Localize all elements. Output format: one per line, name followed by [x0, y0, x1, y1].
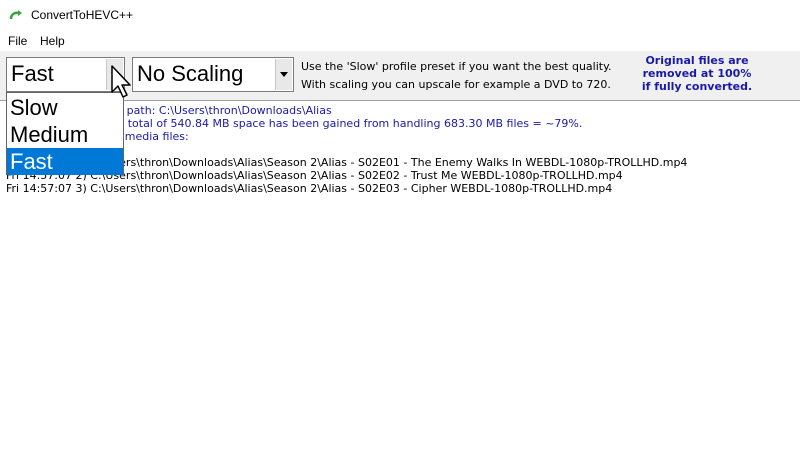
window-title: ConvertToHEVC++ [31, 8, 134, 22]
log-line: Fri 14:57:07 3) C:\Users\thron\Downloads… [6, 182, 613, 195]
app-logo-icon [8, 8, 24, 24]
title-bar: ConvertToHEVC++ [0, 0, 800, 31]
scaling-select[interactable]: No Scaling [132, 57, 294, 92]
menu-bar: File Help [0, 31, 800, 51]
preset-hint-text: Use the 'Slow' profile preset if you wan… [301, 60, 612, 73]
scaling-hint-text: With scaling you can upscale for example… [301, 78, 611, 91]
scaling-select-value: No Scaling [137, 61, 244, 86]
preset-option-fast[interactable]: Fast [7, 148, 123, 175]
removal-notice-line-3: if fully converted. [641, 80, 753, 93]
chevron-down-icon [280, 72, 288, 77]
menu-file[interactable]: File [8, 34, 27, 48]
preset-select-value: Fast [11, 61, 54, 86]
removal-notice-line-2: removed at 100% [642, 67, 752, 80]
preset-select[interactable]: Fast [6, 57, 125, 92]
mouse-cursor-icon [110, 64, 134, 105]
menu-help[interactable]: Help [40, 34, 65, 48]
preset-option-medium[interactable]: Medium [7, 121, 123, 148]
removal-notice-line-1: Original files are [645, 54, 749, 67]
preset-option-slow[interactable]: Slow [7, 94, 123, 121]
preset-dropdown-list: Slow Medium Fast [6, 92, 124, 175]
scaling-dropdown-button[interactable] [275, 59, 292, 90]
